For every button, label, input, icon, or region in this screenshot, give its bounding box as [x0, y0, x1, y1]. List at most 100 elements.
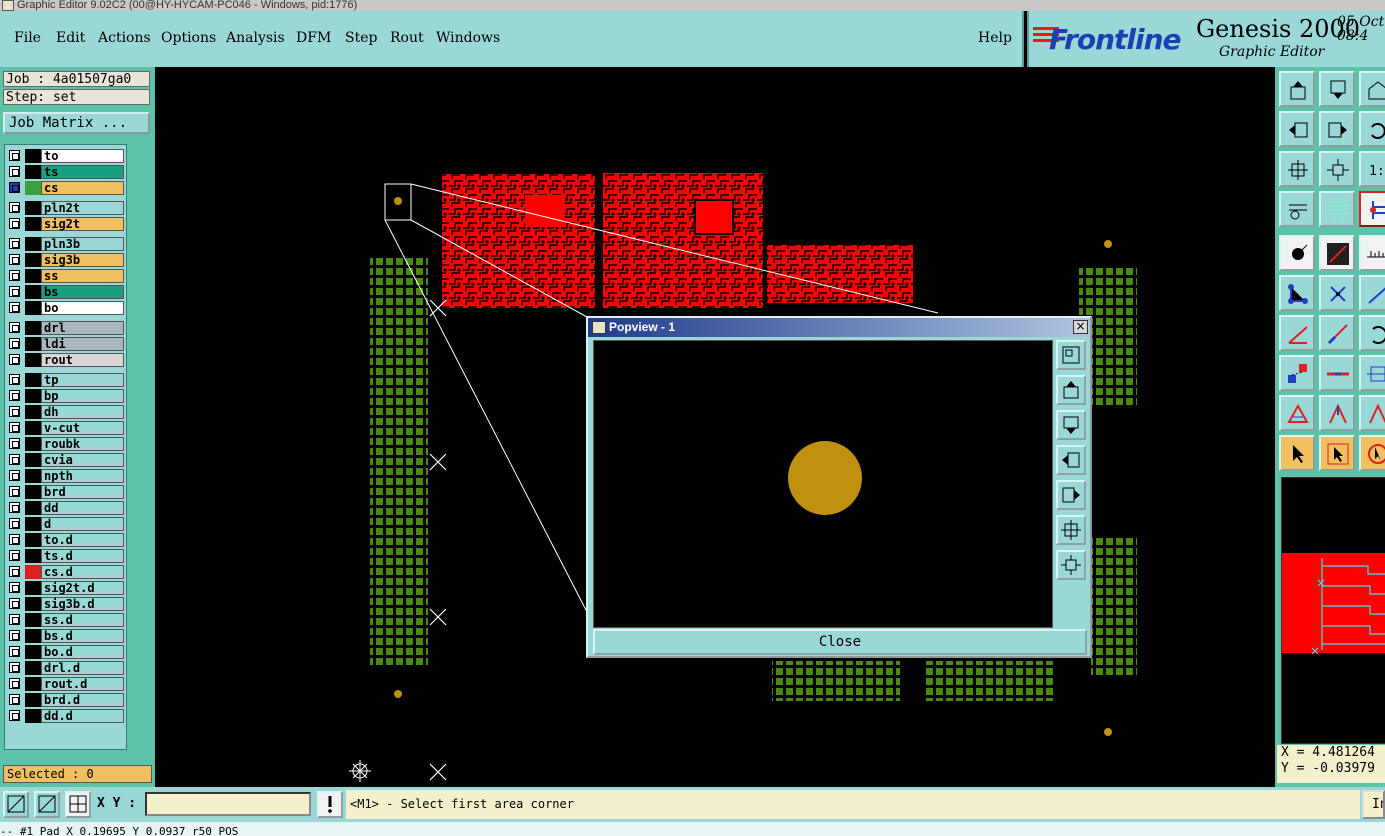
- close-icon[interactable]: ×: [1073, 320, 1088, 334]
- layer-name[interactable]: cs: [41, 181, 124, 195]
- select-polygon-icon[interactable]: [1359, 435, 1385, 471]
- layer-row-cvia[interactable]: cvia: [7, 453, 126, 467]
- xy-input[interactable]: [145, 792, 311, 816]
- popview-title-bar[interactable]: Popview - 1: [588, 318, 1090, 337]
- layer-checkbox[interactable]: [9, 238, 20, 249]
- layer-row-npth[interactable]: npth: [7, 469, 126, 483]
- layer-row-bs-d[interactable]: bs.d: [7, 629, 126, 643]
- snap-settings-icon[interactable]: [1279, 191, 1315, 227]
- layer-row-ss-d[interactable]: ss.d: [7, 613, 126, 627]
- layer-name[interactable]: rout.d: [41, 677, 124, 691]
- menu-actions[interactable]: Actions: [98, 30, 151, 46]
- popview-pan-left-icon[interactable]: [1056, 445, 1086, 475]
- popview-pan-down-icon[interactable]: [1056, 410, 1086, 440]
- layer-row-cs-d[interactable]: cs.d: [7, 565, 126, 579]
- layer-checkbox[interactable]: [9, 286, 20, 297]
- draw-line-icon[interactable]: [1319, 315, 1355, 351]
- layer-name[interactable]: brd.d: [41, 693, 124, 707]
- layer-checkbox[interactable]: [9, 502, 20, 513]
- layer-row-bo[interactable]: bo: [7, 301, 126, 315]
- zoom-out-icon[interactable]: [1279, 151, 1315, 187]
- layer-checkbox[interactable]: [9, 598, 20, 609]
- pan-left-icon[interactable]: [1279, 111, 1315, 147]
- layer-row-rout[interactable]: rout: [7, 353, 126, 367]
- popview-zoom-in-icon[interactable]: [1056, 550, 1086, 580]
- angle-snap-icon[interactable]: [34, 791, 60, 818]
- pan-up-icon[interactable]: [1279, 71, 1315, 107]
- layer-name[interactable]: d: [41, 517, 124, 531]
- measure-tool-icon[interactable]: [1359, 191, 1385, 227]
- layer-row-drl[interactable]: drl: [7, 321, 126, 335]
- layer-name[interactable]: rout: [41, 353, 124, 367]
- split-line-icon[interactable]: [1319, 355, 1355, 391]
- layer-checkbox[interactable]: [9, 550, 20, 561]
- overview-map[interactable]: [1281, 477, 1385, 744]
- layer-checkbox[interactable]: [9, 406, 20, 417]
- layer-name[interactable]: drl.d: [41, 661, 124, 675]
- layer-name[interactable]: to: [41, 149, 124, 163]
- layer-checkbox[interactable]: [9, 422, 20, 433]
- pan-right-icon[interactable]: [1319, 111, 1355, 147]
- layer-name[interactable]: tp: [41, 373, 124, 387]
- layer-row-dd[interactable]: dd: [7, 501, 126, 515]
- select-area-icon[interactable]: [1319, 435, 1355, 471]
- layer-checkbox[interactable]: [9, 662, 20, 673]
- layer-name[interactable]: cvia: [41, 453, 124, 467]
- layer-name[interactable]: ts: [41, 165, 124, 179]
- menu-file[interactable]: File: [14, 30, 41, 46]
- layer-row-tp[interactable]: tp: [7, 373, 126, 387]
- layer-checkbox[interactable]: [9, 630, 20, 641]
- layer-row-roubk[interactable]: roubk: [7, 437, 126, 451]
- layer-row-sig2t[interactable]: sig2t: [7, 217, 126, 231]
- layer-row-bs[interactable]: bs: [7, 285, 126, 299]
- stretch-icon[interactable]: [1359, 355, 1385, 391]
- layer-row-dd-d[interactable]: dd.d: [7, 709, 126, 723]
- menu-step[interactable]: Step: [345, 30, 377, 46]
- layer-checkbox[interactable]: [9, 322, 20, 333]
- layer-row-dh[interactable]: dh: [7, 405, 126, 419]
- layer-checkbox[interactable]: [9, 254, 20, 265]
- layer-row-v-cut[interactable]: v-cut: [7, 421, 126, 435]
- menu-edit[interactable]: Edit: [56, 30, 85, 46]
- layer-row-to-d[interactable]: to.d: [7, 533, 126, 547]
- alert-icon[interactable]: [317, 791, 343, 818]
- layer-row-sig3b[interactable]: sig3b: [7, 253, 126, 267]
- layer-name[interactable]: to.d: [41, 533, 124, 547]
- layer-name[interactable]: bo: [41, 301, 124, 315]
- layer-name[interactable]: sig3b.d: [41, 597, 124, 611]
- layer-name[interactable]: v-cut: [41, 421, 124, 435]
- layer-name[interactable]: sig3b: [41, 253, 124, 267]
- menu-dfm[interactable]: DFM: [296, 30, 331, 46]
- scale-1-2-icon[interactable]: 1:2: [1359, 151, 1385, 187]
- layer-checkbox[interactable]: [9, 582, 20, 593]
- layer-row-brd-d[interactable]: brd.d: [7, 693, 126, 707]
- popview-close-button[interactable]: Close: [593, 629, 1087, 655]
- layer-checkbox[interactable]: [9, 518, 20, 529]
- menu-options[interactable]: Options: [161, 30, 216, 46]
- layer-row-bo-d[interactable]: bo.d: [7, 645, 126, 659]
- layer-name[interactable]: ss: [41, 269, 124, 283]
- layer-row-drl-d[interactable]: drl.d: [7, 661, 126, 675]
- move-pad-icon[interactable]: [1279, 355, 1315, 391]
- menu-help[interactable]: Help: [978, 30, 1012, 46]
- home-icon[interactable]: [1359, 71, 1385, 107]
- popview-canvas[interactable]: [593, 340, 1053, 628]
- layer-checkbox[interactable]: [9, 694, 20, 705]
- layer-checkbox[interactable]: [9, 534, 20, 545]
- pan-down-icon[interactable]: [1319, 71, 1355, 107]
- grid-snap-icon[interactable]: [65, 791, 91, 818]
- layer-row-brd[interactable]: brd: [7, 485, 126, 499]
- popview-pan-up-icon[interactable]: [1056, 375, 1086, 405]
- layer-name[interactable]: dd.d: [41, 709, 124, 723]
- layer-name[interactable]: ldi: [41, 337, 124, 351]
- line-tool-icon[interactable]: [1319, 235, 1355, 271]
- popview-zoom-home-icon[interactable]: [1056, 340, 1086, 370]
- layer-row-pln2t[interactable]: pln2t: [7, 201, 126, 215]
- layer-checkbox[interactable]: [9, 646, 20, 657]
- layer-name[interactable]: dd: [41, 501, 124, 515]
- layer-row-sig3b-d[interactable]: sig3b.d: [7, 597, 126, 611]
- layer-checkbox[interactable]: [9, 202, 20, 213]
- undo-zoom-icon[interactable]: [1359, 111, 1385, 147]
- net-connect-icon[interactable]: [1279, 275, 1315, 311]
- layer-checkbox[interactable]: [9, 374, 20, 385]
